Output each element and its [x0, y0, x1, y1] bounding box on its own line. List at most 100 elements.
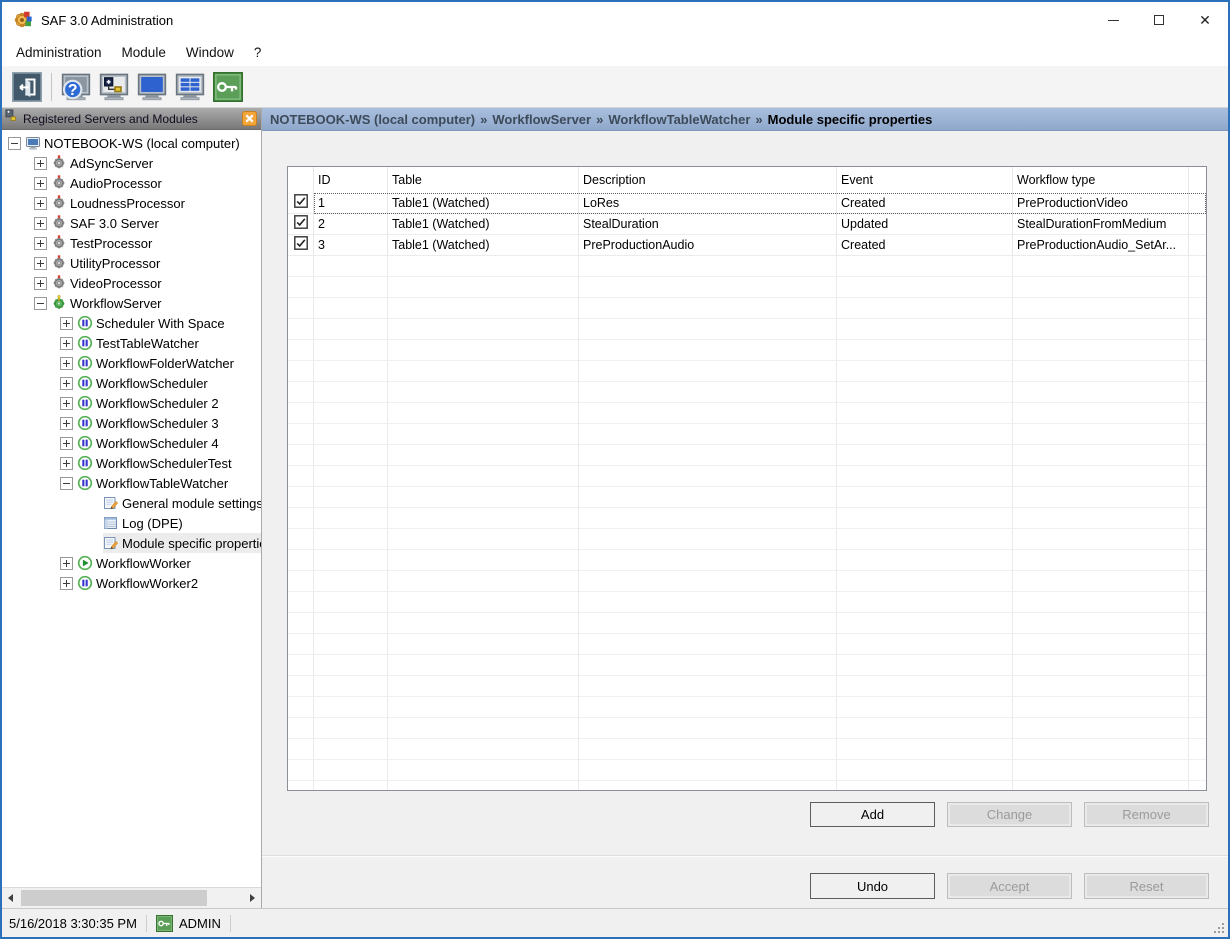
menu-item-administration[interactable]: Administration — [6, 38, 112, 66]
expander-minus-icon[interactable] — [60, 477, 73, 490]
empty-cell — [288, 424, 314, 445]
column-header-description[interactable]: Description — [579, 167, 837, 193]
exit-button[interactable] — [8, 68, 46, 105]
table-row[interactable]: 3Table1 (Watched)PreProductionAudioCreat… — [288, 235, 1206, 256]
expander-plus-icon[interactable] — [34, 237, 47, 250]
maximize-button[interactable] — [1136, 2, 1182, 38]
tree-item-testtablewatcher[interactable]: TestTableWatcher — [2, 333, 261, 353]
tree-item-loudnessprocessor[interactable]: LoudnessProcessor — [2, 193, 261, 213]
tree-item-general-module-settings[interactable]: General module settings — [2, 493, 261, 513]
tree-item-audioprocessor[interactable]: AudioProcessor — [2, 173, 261, 193]
tree-item-label: TestProcessor — [67, 236, 155, 251]
column-header-event[interactable]: Event — [837, 167, 1013, 193]
tree-item-adsyncserver[interactable]: AdSyncServer — [2, 153, 261, 173]
remove-button[interactable]: Remove — [1084, 802, 1209, 827]
tree-item-workflowtablewatcher[interactable]: WorkflowTableWatcher — [2, 473, 261, 493]
tree-item-workflowscheduler-3[interactable]: WorkflowScheduler 3 — [2, 413, 261, 433]
expander-plus-icon[interactable] — [60, 317, 73, 330]
expander-plus-icon[interactable] — [60, 577, 73, 590]
empty-cell — [579, 781, 837, 791]
column-header-workflow-type[interactable]: Workflow type — [1013, 167, 1189, 193]
help-button[interactable]: ? — [57, 68, 95, 105]
expander-plus-icon[interactable] — [60, 397, 73, 410]
monitor-button[interactable] — [133, 68, 171, 105]
empty-cell — [1013, 508, 1189, 529]
empty-cell — [288, 739, 314, 760]
empty-cell — [388, 613, 579, 634]
accept-button[interactable]: Accept — [947, 873, 1072, 899]
tree-item-utilityprocessor[interactable]: UtilityProcessor — [2, 253, 261, 273]
tree-item-workflowscheduler[interactable]: WorkflowScheduler — [2, 373, 261, 393]
expander-plus-icon[interactable] — [60, 377, 73, 390]
empty-cell — [288, 760, 314, 781]
table-row[interactable]: 1Table1 (Watched)LoResCreatedPreProducti… — [288, 193, 1206, 214]
expander-plus-icon[interactable] — [60, 437, 73, 450]
log-view-button[interactable] — [171, 68, 209, 105]
tree-item-workflowworker2[interactable]: WorkflowWorker2 — [2, 573, 261, 593]
permissions-button[interactable] — [209, 68, 247, 105]
resize-grip[interactable] — [1212, 921, 1224, 933]
tree-item-module-specific-properties[interactable]: Module specific properties — [2, 533, 261, 553]
cell-event: Created — [837, 193, 1013, 214]
tree-item-log-dpe[interactable]: Log (DPE) — [2, 513, 261, 533]
tree-item-workflowworker[interactable]: WorkflowWorker — [2, 553, 261, 573]
empty-cell — [1013, 571, 1189, 592]
expander-plus-icon[interactable] — [60, 337, 73, 350]
server-gear-icon — [51, 215, 67, 231]
tree-item-testprocessor[interactable]: TestProcessor — [2, 233, 261, 253]
expander-plus-icon[interactable] — [34, 177, 47, 190]
table-row[interactable]: 2Table1 (Watched)StealDurationUpdatedSte… — [288, 214, 1206, 235]
empty-cell — [1013, 361, 1189, 382]
minimize-button[interactable] — [1090, 2, 1136, 38]
app-window: SAF 3.0 Administration ✕ AdministrationM… — [0, 0, 1230, 939]
checkbox-checked[interactable] — [294, 236, 308, 255]
menu-item-window[interactable]: Window — [176, 38, 244, 66]
expander-minus-icon[interactable] — [34, 297, 47, 310]
empty-cell — [314, 550, 388, 571]
expander-plus-icon[interactable] — [34, 157, 47, 170]
expander-plus-icon[interactable] — [60, 357, 73, 370]
tree-horizontal-scrollbar[interactable] — [2, 887, 261, 908]
panel-close-button[interactable] — [242, 111, 257, 126]
expander-plus-icon[interactable] — [60, 417, 73, 430]
expander-minus-icon[interactable] — [8, 137, 21, 150]
expander-plus-icon[interactable] — [60, 457, 73, 470]
add-button[interactable]: Add — [810, 802, 935, 827]
checkbox-checked[interactable] — [294, 215, 308, 234]
tree-item-workflowscheduler-4[interactable]: WorkflowScheduler 4 — [2, 433, 261, 453]
tree-item-notebook-ws-local-computer[interactable]: NOTEBOOK-WS (local computer) — [2, 133, 261, 153]
tree-item-workflowscheduler-2[interactable]: WorkflowScheduler 2 — [2, 393, 261, 413]
register-module-button[interactable] — [95, 68, 133, 105]
empty-cell — [1013, 550, 1189, 571]
tree-item-workflowserver[interactable]: WorkflowServer — [2, 293, 261, 313]
tree-item-workflowschedulertest[interactable]: WorkflowSchedulerTest — [2, 453, 261, 473]
scrollbar-thumb[interactable] — [21, 890, 207, 906]
undo-button[interactable]: Undo — [810, 873, 935, 899]
expander-plus-icon[interactable] — [34, 277, 47, 290]
empty-cell — [314, 319, 388, 340]
tree-item-saf-3-0-server[interactable]: SAF 3.0 Server — [2, 213, 261, 233]
expander-plus-icon[interactable] — [60, 557, 73, 570]
change-button[interactable]: Change — [947, 802, 1072, 827]
scroll-left-arrow-icon[interactable] — [2, 888, 19, 908]
menu-item-module[interactable]: Module — [112, 38, 176, 66]
checkbox-checked[interactable] — [294, 194, 308, 213]
expander-plus-icon[interactable] — [34, 217, 47, 230]
empty-table-row — [288, 466, 1206, 487]
tree-item-label: LoudnessProcessor — [67, 196, 188, 211]
scroll-right-arrow-icon[interactable] — [244, 888, 261, 908]
empty-cell — [837, 550, 1013, 571]
empty-cell — [579, 403, 837, 424]
column-header-id[interactable]: ID — [314, 167, 388, 193]
tree-item-workflowfolderwatcher[interactable]: WorkflowFolderWatcher — [2, 353, 261, 373]
close-button[interactable]: ✕ — [1182, 2, 1228, 38]
tree-item-videoprocessor[interactable]: VideoProcessor — [2, 273, 261, 293]
menu-item-item[interactable]: ? — [244, 38, 272, 66]
expander-plus-icon[interactable] — [34, 257, 47, 270]
empty-cell — [579, 340, 837, 361]
reset-button[interactable]: Reset — [1084, 873, 1209, 899]
expander-plus-icon[interactable] — [34, 197, 47, 210]
tree-item-scheduler-with-space[interactable]: Scheduler With Space — [2, 313, 261, 333]
status-timestamp: 5/16/2018 3:30:35 PM — [9, 916, 137, 931]
column-header-table[interactable]: Table — [388, 167, 579, 193]
